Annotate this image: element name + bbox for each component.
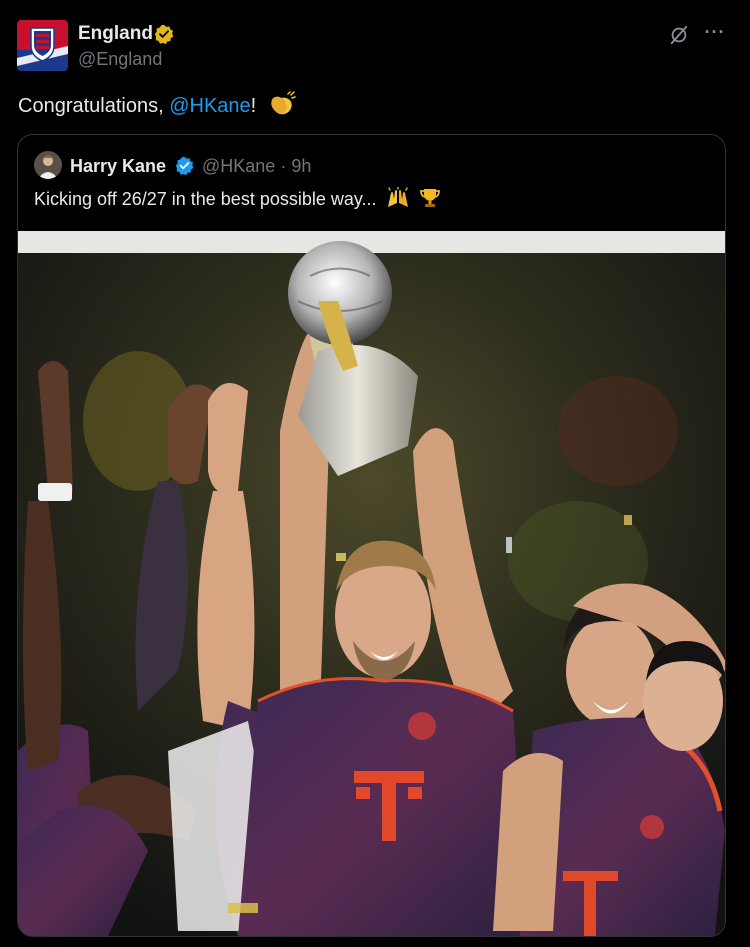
grok-icon[interactable] — [668, 24, 690, 46]
meta-separator: · — [280, 156, 287, 176]
england-avatar[interactable] — [17, 20, 68, 71]
celebration-image — [18, 231, 725, 936]
team-photo[interactable] — [18, 231, 725, 936]
quoted-author-name[interactable]: Harry Kane — [70, 155, 166, 177]
post-text-prefix: Congratulations, — [18, 95, 170, 117]
quoted-text: Kicking off 26/27 in the best possible w… — [34, 187, 441, 211]
mention-link[interactable]: @HKane — [169, 95, 250, 117]
author-handle[interactable]: @England — [78, 48, 162, 70]
three-lions-crest-icon — [17, 20, 68, 71]
gold-verified-icon — [154, 24, 174, 44]
post-text: Congratulations, @HKane! — [18, 91, 296, 119]
blue-verified-icon — [175, 156, 194, 175]
post-text-suffix: ! — [250, 95, 257, 117]
quoted-post[interactable]: Harry Kane @HKane · 9h Kicking off 26/27… — [17, 134, 726, 937]
raising-hands-icon — [387, 187, 408, 207]
clapping-hands-icon — [271, 91, 296, 115]
quoted-meta: @HKane · 9h — [202, 155, 311, 177]
harry-kane-avatar[interactable] — [34, 151, 62, 179]
author-display-name[interactable]: England — [78, 22, 153, 46]
quoted-handle[interactable]: @HKane — [202, 156, 275, 176]
more-options-icon[interactable]: ··· — [703, 23, 727, 45]
post: England @England ··· Congratulations, @H… — [0, 0, 750, 947]
quoted-time[interactable]: 9h — [291, 156, 311, 176]
quoted-text-body: Kicking off 26/27 in the best possible w… — [34, 189, 377, 209]
avatar-photo-icon — [34, 151, 62, 179]
trophy-icon — [419, 189, 440, 207]
